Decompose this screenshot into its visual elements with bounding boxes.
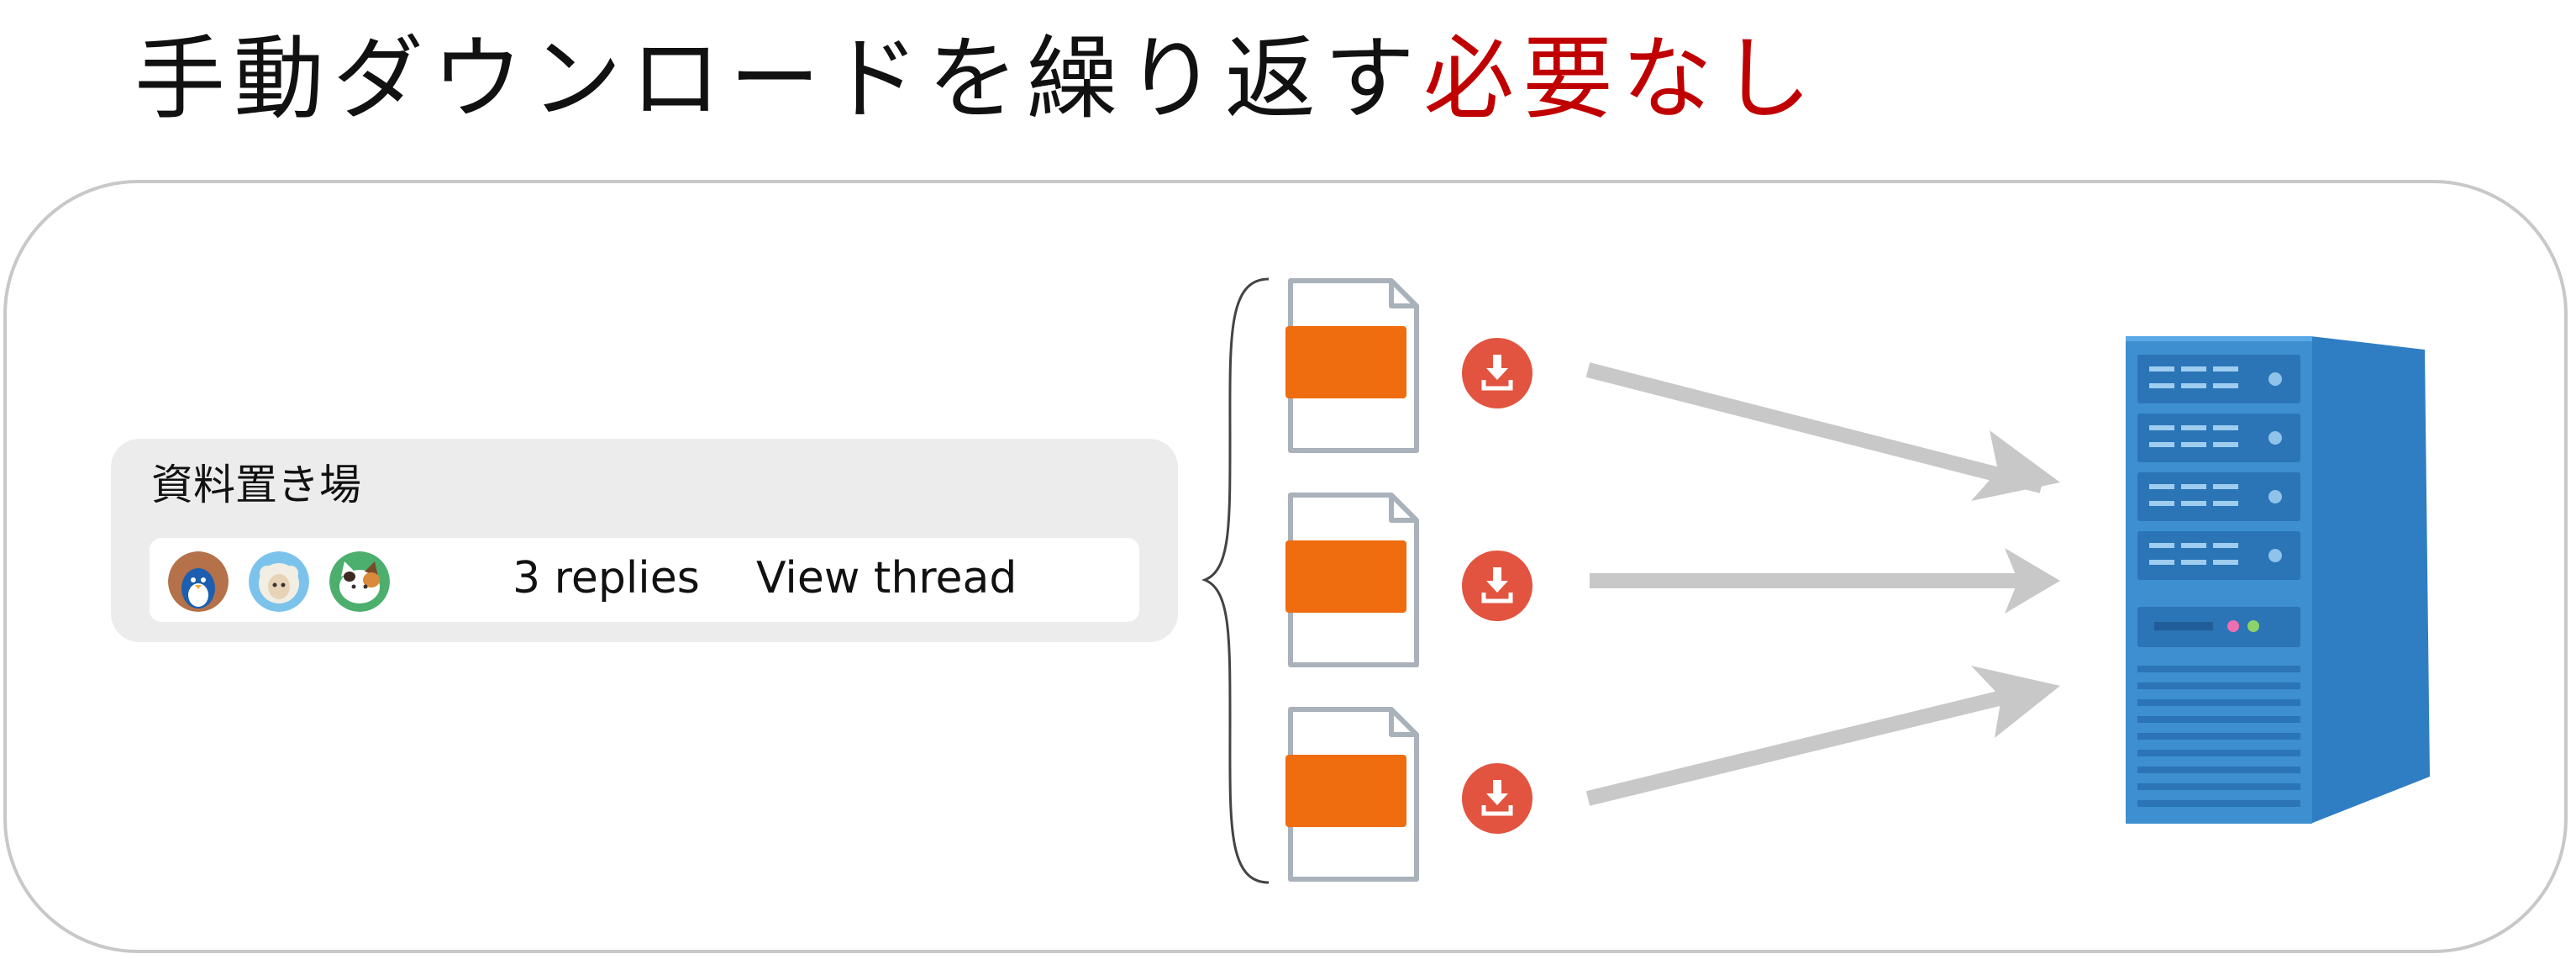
- arrow-top: [1585, 362, 2044, 493]
- arrow-bottom: [1585, 682, 2039, 806]
- server-tower-icon: [2126, 336, 2430, 824]
